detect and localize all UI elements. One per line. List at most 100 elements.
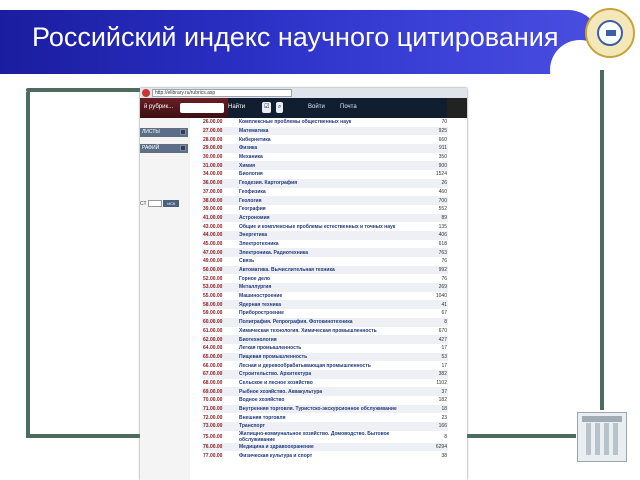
sidebar-button-bibliography[interactable]: РАФИЙ bbox=[140, 144, 188, 153]
rubric-name[interactable]: Ядерная техника bbox=[238, 300, 424, 309]
rubric-code[interactable]: 59.00.00 bbox=[202, 309, 238, 318]
rubric-code[interactable]: 44.00.00 bbox=[202, 231, 238, 240]
chevron-down-icon[interactable] bbox=[180, 129, 186, 135]
rubric-code[interactable]: 38.00.00 bbox=[202, 196, 238, 205]
rubric-name[interactable]: Связь bbox=[238, 257, 424, 266]
rubric-code[interactable]: 58.00.00 bbox=[202, 300, 238, 309]
rubric-name[interactable]: Электроника. Радиотехника bbox=[238, 248, 424, 257]
rubric-name[interactable]: Геология bbox=[238, 196, 424, 205]
rubric-name[interactable]: Водное хозяйство bbox=[238, 396, 424, 405]
rubric-name[interactable]: Химическая технология. Химическая промыш… bbox=[238, 327, 424, 336]
rubric-code[interactable]: 67.00.00 bbox=[202, 370, 238, 379]
rubric-code[interactable]: 62.00.00 bbox=[202, 335, 238, 344]
rubric-code[interactable]: 55.00.00 bbox=[202, 292, 238, 301]
find-button[interactable]: Найти bbox=[228, 104, 245, 110]
rubric-name[interactable]: Лесная и деревообрабатывающая промышленн… bbox=[238, 361, 424, 370]
rubric-code[interactable]: 36.00.00 bbox=[202, 179, 238, 188]
rubric-code[interactable]: 49.00.00 bbox=[202, 257, 238, 266]
rubric-code[interactable]: 50.00.00 bbox=[202, 266, 238, 275]
tab-label[interactable]: й рубрик... bbox=[144, 104, 173, 110]
rubric-name[interactable]: Рыбное хозяйство. Аквакультура bbox=[238, 387, 424, 396]
rubric-code[interactable]: 76.00.00 bbox=[202, 443, 238, 452]
rubric-name[interactable]: Энергетика bbox=[238, 231, 424, 240]
rubric-code[interactable]: 29.00.00 bbox=[202, 144, 238, 153]
rubric-name[interactable]: Физика bbox=[238, 144, 424, 153]
toolbar-search-input[interactable] bbox=[180, 103, 224, 113]
rubric-code[interactable]: 69.00.00 bbox=[202, 387, 238, 396]
rubric-code[interactable]: 71.00.00 bbox=[202, 405, 238, 414]
rubric-name[interactable]: Комплексные проблемы общественных наук bbox=[238, 118, 424, 127]
sidebar: ЛИСТЫ РАФИЙ СТ ИСК bbox=[140, 118, 190, 480]
rubric-name[interactable]: Металлургия bbox=[238, 283, 424, 292]
rubric-code[interactable]: 43.00.00 bbox=[202, 222, 238, 231]
rubric-code[interactable]: 39.00.00 bbox=[202, 205, 238, 214]
rubric-code[interactable]: 30.00.00 bbox=[202, 153, 238, 162]
url-field[interactable]: http://elibrary.ru/rubrics.asp bbox=[152, 89, 292, 97]
rubric-name[interactable]: Внешняя торговля bbox=[238, 413, 424, 422]
rubric-code[interactable]: 61.00.00 bbox=[202, 327, 238, 336]
mail-link[interactable]: Почта bbox=[340, 104, 357, 110]
rubric-code[interactable]: 73.00.00 bbox=[202, 422, 238, 431]
rubric-count: 26 bbox=[441, 180, 447, 187]
rubric-code[interactable]: 60.00.00 bbox=[202, 318, 238, 327]
rubric-code[interactable]: 47.00.00 bbox=[202, 248, 238, 257]
rubric-code[interactable]: 45.00.00 bbox=[202, 240, 238, 249]
toolbar-icon-button[interactable]: ☑ bbox=[262, 102, 272, 113]
rubric-code[interactable]: 28.00.00 bbox=[202, 135, 238, 144]
rubric-name[interactable]: Физическая культура и спорт bbox=[238, 451, 424, 460]
rubric-name[interactable]: Кибернетика bbox=[238, 135, 424, 144]
rubric-code[interactable]: 52.00.00 bbox=[202, 274, 238, 283]
rubric-name[interactable]: Химия bbox=[238, 161, 424, 170]
rubric-name[interactable]: География bbox=[238, 205, 424, 214]
toolbar-icon-button[interactable]: ⌕ bbox=[276, 102, 284, 113]
rubric-name[interactable]: Пищевая промышленность bbox=[238, 353, 424, 362]
rubric-code[interactable]: 75.00.00 bbox=[202, 431, 238, 443]
sidebar-search-input[interactable] bbox=[147, 200, 162, 208]
rubric-code[interactable]: 77.00.00 bbox=[202, 451, 238, 460]
rubric-code[interactable]: 68.00.00 bbox=[202, 379, 238, 388]
login-link[interactable]: Войти bbox=[308, 104, 325, 110]
rubric-code[interactable]: 41.00.00 bbox=[202, 214, 238, 223]
rubric-name[interactable]: Электротехника bbox=[238, 240, 424, 249]
rubric-code[interactable]: 66.00.00 bbox=[202, 361, 238, 370]
rubric-name[interactable]: Общие и комплексные проблемы естественны… bbox=[238, 222, 424, 231]
rubric-code[interactable]: 64.00.00 bbox=[202, 344, 238, 353]
rubric-name[interactable]: Внутренняя торговля. Туристско-экскурсио… bbox=[238, 405, 424, 414]
rubric-name[interactable]: Жилищно-коммунальное хозяйство. Домоводс… bbox=[238, 431, 424, 443]
rubric-name[interactable]: Автоматика. Вычислительная техника bbox=[238, 266, 424, 275]
rubric-code[interactable]: 34.00.00 bbox=[202, 170, 238, 179]
rubric-code[interactable]: 37.00.00 bbox=[202, 188, 238, 197]
rubric-name[interactable]: Горное дело bbox=[238, 274, 424, 283]
sidebar-search-button[interactable]: ИСК bbox=[163, 200, 180, 208]
rubric-name[interactable]: Астрономия bbox=[238, 214, 424, 223]
table-row: 36.00.00 Геодезия. Картография 26 bbox=[202, 178, 448, 188]
table-row: 31.00.00 Химия 900 bbox=[202, 161, 448, 171]
rubric-code[interactable]: 26.00.00 bbox=[202, 118, 238, 127]
rubric-name[interactable]: Легкая промышленность bbox=[238, 344, 424, 353]
rubric-name[interactable]: Полиграфия. Репрография. Фотокинотехника bbox=[238, 318, 424, 327]
rubric-name[interactable]: Биотехнология bbox=[238, 335, 424, 344]
rubric-code[interactable]: 65.00.00 bbox=[202, 353, 238, 362]
rubric-code[interactable]: 53.00.00 bbox=[202, 283, 238, 292]
rubric-name[interactable]: Механика bbox=[238, 153, 424, 162]
rubric-code[interactable]: 31.00.00 bbox=[202, 161, 238, 170]
rubric-count: 670 bbox=[438, 327, 447, 334]
rubric-name[interactable]: Строительство. Архитектура bbox=[238, 370, 424, 379]
rubric-code[interactable]: 70.00.00 bbox=[202, 396, 238, 405]
rubric-name[interactable]: Математика bbox=[238, 127, 424, 136]
rubric-name[interactable]: Биология bbox=[238, 170, 424, 179]
rubric-code[interactable]: 72.00.00 bbox=[202, 413, 238, 422]
rubric-name[interactable]: Геодезия. Картография bbox=[238, 179, 424, 188]
rubric-name[interactable]: Сельское и лесное хозяйство bbox=[238, 379, 424, 388]
rubric-name[interactable]: Транспорт bbox=[238, 422, 424, 431]
back-icon[interactable] bbox=[142, 89, 150, 97]
chevron-down-icon[interactable] bbox=[180, 145, 186, 151]
rubric-name[interactable]: Медицина и здравоохранение bbox=[238, 443, 424, 452]
rubric-name[interactable]: Машиностроение bbox=[238, 292, 424, 301]
rubric-name[interactable]: Геофизика bbox=[238, 188, 424, 197]
table-row: 29.00.00 Физика 911 bbox=[202, 144, 448, 153]
rubric-name[interactable]: Приборостроение bbox=[238, 309, 424, 318]
sidebar-button-lists[interactable]: ЛИСТЫ bbox=[140, 128, 188, 137]
table-row: 55.00.00 Машиностроение 1040 bbox=[202, 292, 448, 301]
rubric-code[interactable]: 27.00.00 bbox=[202, 127, 238, 136]
